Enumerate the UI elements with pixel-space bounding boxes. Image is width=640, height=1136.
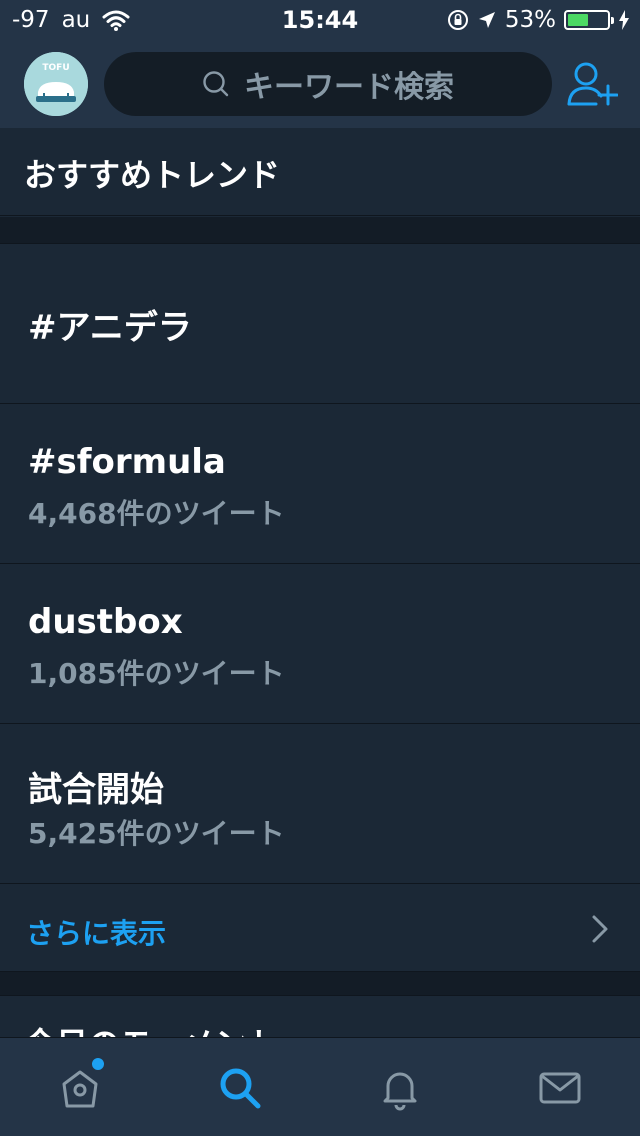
chevron-right-icon: [592, 915, 608, 943]
trends-header: おすすめトレンド: [0, 128, 640, 216]
status-right: 53%: [447, 7, 630, 33]
trend-item[interactable]: #sformula 4,468件のツイート: [0, 404, 640, 564]
show-more-link[interactable]: さらに表示: [26, 912, 166, 952]
unread-dot: [90, 1056, 106, 1072]
tab-notifications[interactable]: [376, 1064, 424, 1112]
search-input[interactable]: キーワード検索: [104, 52, 552, 116]
trend-item[interactable]: 試合開始 5,425件のツイート: [0, 724, 640, 884]
search-icon: [220, 1068, 261, 1109]
tofu-logo: TOFU: [24, 52, 88, 116]
explore-screen: -97 au 15:44 53% TOFU キーワード検索 おすすめトレンド #…: [0, 0, 640, 1136]
moments-header: 今日のモーメント: [0, 997, 640, 1037]
avatar-text: TOFU: [42, 63, 69, 73]
tab-search[interactable]: [216, 1064, 264, 1112]
orientation-lock-icon: [447, 10, 468, 30]
search-icon: [203, 71, 229, 97]
trend-tweet-count: 1,085件のツイート: [28, 657, 285, 690]
avatar[interactable]: TOFU: [24, 52, 88, 116]
trend-name: #sformula: [28, 442, 226, 482]
tab-messages[interactable]: [536, 1064, 584, 1112]
show-more-row[interactable]: さらに表示: [0, 884, 640, 972]
tab-home[interactable]: [56, 1056, 106, 1112]
trends-title: おすすめトレンド: [24, 156, 281, 194]
trend-name: 試合開始: [28, 770, 164, 810]
battery-percent: 53%: [504, 7, 556, 33]
charging-bolt-icon: [619, 10, 629, 30]
top-chrome: -97 au 15:44 53% TOFU キーワード検索: [0, 0, 640, 128]
battery-level: [568, 14, 589, 26]
section-divider: [0, 217, 640, 244]
status-bar: -97 au 15:44 53%: [0, 0, 640, 40]
explore-header: TOFU キーワード検索: [0, 40, 640, 128]
search-placeholder: キーワード検索: [244, 70, 454, 105]
bell-icon: [383, 1072, 417, 1111]
moments-title: 今日のモーメント: [24, 1019, 279, 1037]
battery-icon: [564, 10, 614, 30]
trend-name: dustbox: [28, 602, 183, 642]
trend-name: #アニデラ: [28, 308, 192, 348]
location-arrow-icon: [478, 12, 495, 28]
section-divider: [0, 972, 640, 996]
trend-tweet-count: 4,468件のツイート: [28, 497, 285, 530]
tab-bar: [0, 1037, 640, 1136]
add-user-icon[interactable]: [566, 60, 618, 108]
trend-item[interactable]: #アニデラ: [0, 244, 640, 404]
trend-item[interactable]: dustbox 1,085件のツイート: [0, 564, 640, 724]
trend-tweet-count: 5,425件のツイート: [28, 817, 285, 850]
mail-icon: [539, 1072, 581, 1104]
